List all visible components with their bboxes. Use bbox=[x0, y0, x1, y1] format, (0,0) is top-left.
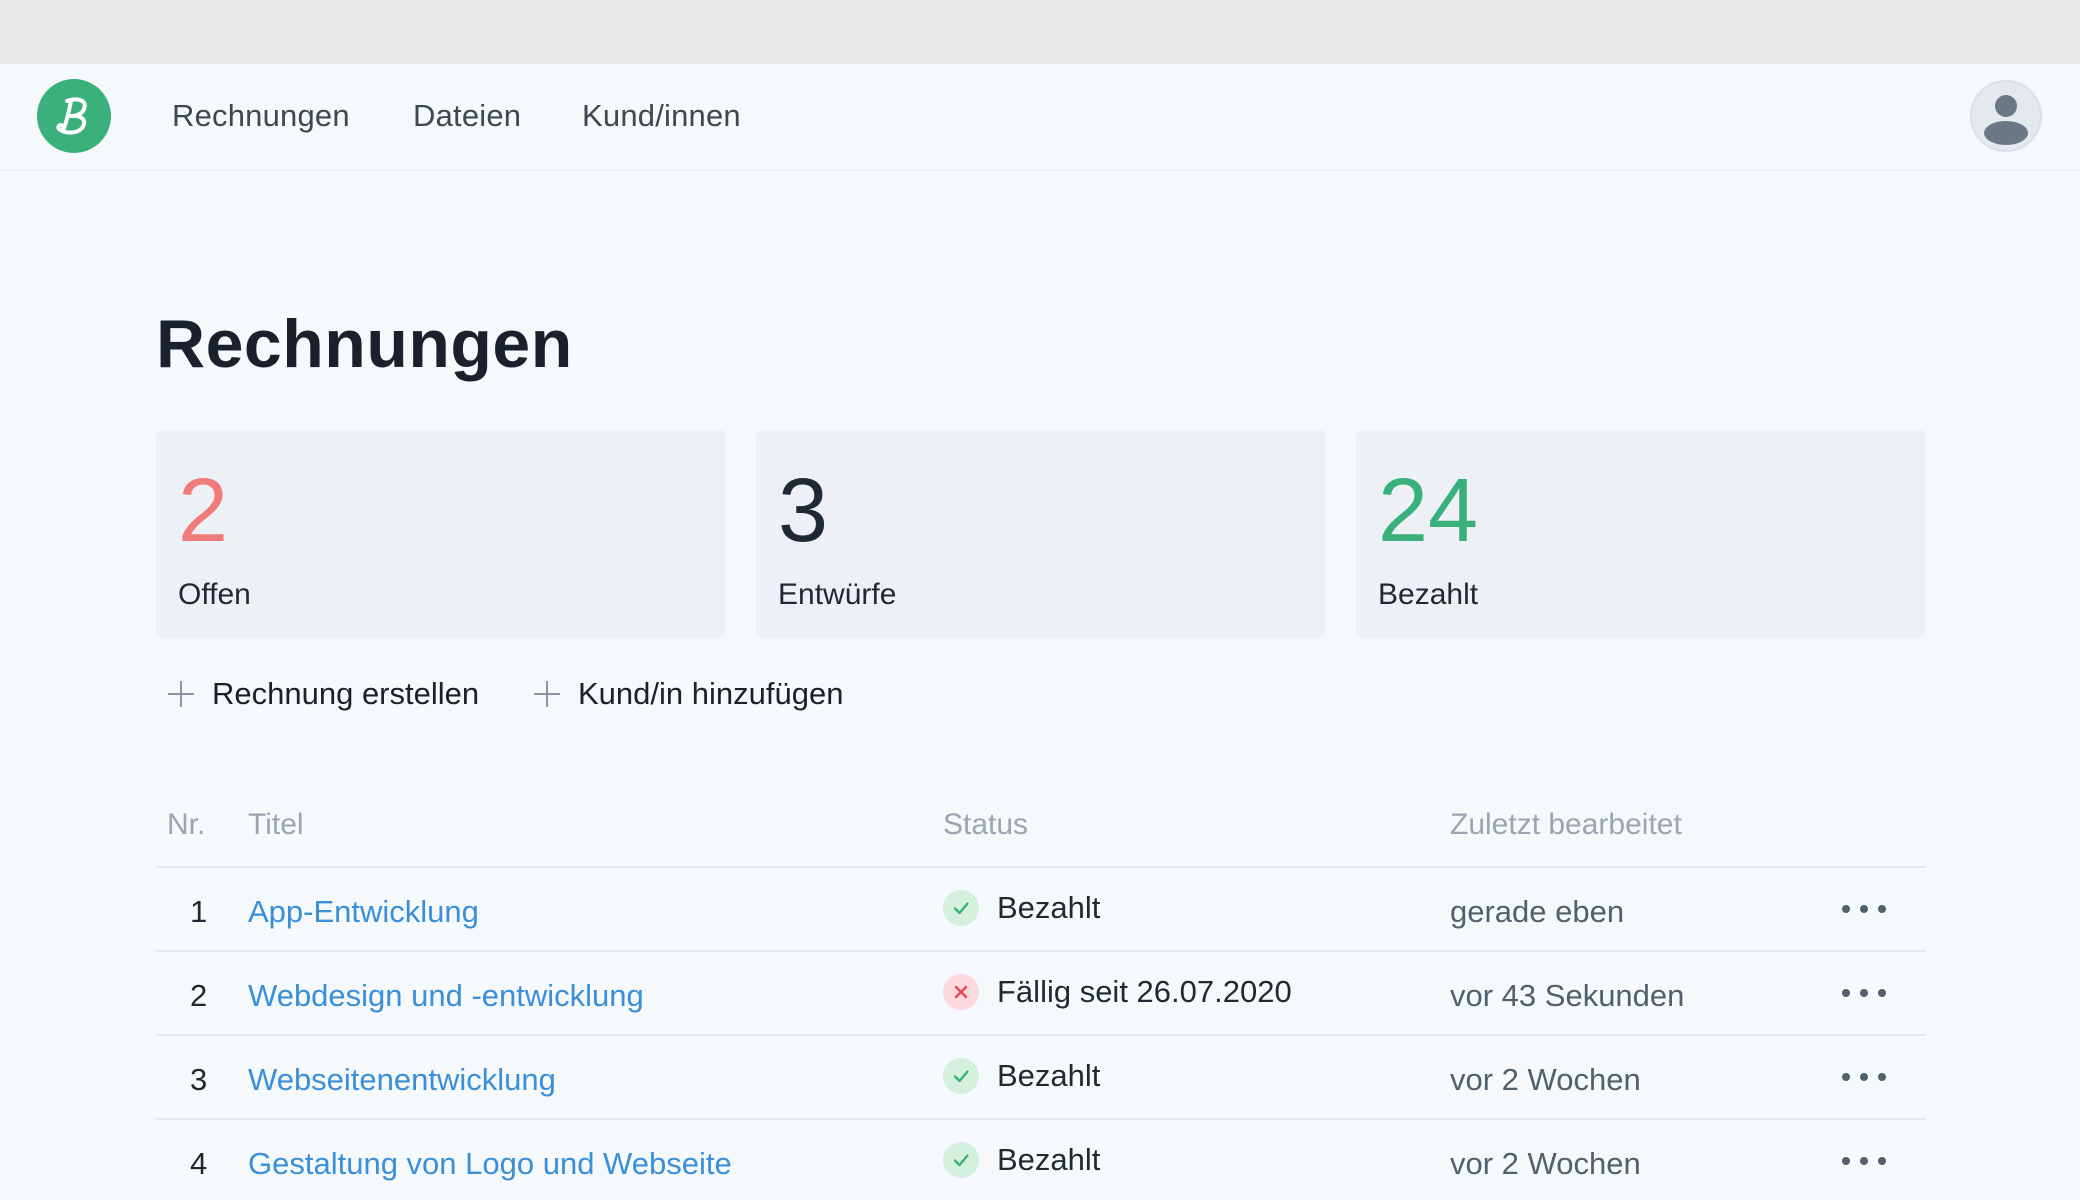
row-title-link[interactable]: Webdesign und -entwicklung bbox=[248, 978, 644, 1014]
row-number: 4 bbox=[190, 1146, 208, 1181]
page-title: Rechnungen bbox=[156, 306, 573, 382]
more-options-icon[interactable] bbox=[1842, 1062, 1886, 1092]
create-invoice-button[interactable]: Rechnung erstellen bbox=[166, 676, 479, 712]
row-status: Bezahlt bbox=[943, 890, 1100, 926]
plus-icon bbox=[166, 679, 196, 709]
table-row[interactable]: 3 Webseitenentwicklung Bezahlt vor 2 Woc… bbox=[0, 1036, 2080, 1120]
column-header-nr[interactable]: Nr. bbox=[167, 808, 205, 842]
nav-dateien[interactable]: Dateien bbox=[413, 98, 521, 134]
stat-drafts-label: Entwürfe bbox=[778, 578, 897, 611]
stat-card-open[interactable]: 2 Offen bbox=[156, 430, 726, 638]
row-status-label: Fällig seit 26.07.2020 bbox=[997, 974, 1292, 1009]
table-row[interactable]: 4 Gestaltung von Logo und Webseite Bezah… bbox=[0, 1120, 2080, 1200]
row-title-link[interactable]: Gestaltung von Logo und Webseite bbox=[248, 1146, 732, 1182]
row-status: Fällig seit 26.07.2020 bbox=[943, 974, 1292, 1010]
row-status-label: Bezahlt bbox=[997, 1058, 1101, 1093]
create-invoice-label: Rechnung erstellen bbox=[212, 676, 480, 711]
row-status-label: Bezahlt bbox=[997, 890, 1101, 925]
top-navbar: Rechnungen Dateien Kund/innen bbox=[0, 64, 2080, 171]
row-status: Bezahlt bbox=[943, 1058, 1100, 1094]
check-icon bbox=[943, 890, 979, 926]
row-status: Bezahlt bbox=[943, 1142, 1100, 1178]
row-number: 2 bbox=[190, 978, 208, 1013]
plus-icon bbox=[532, 679, 562, 709]
stat-card-drafts[interactable]: 3 Entwürfe bbox=[756, 430, 1326, 638]
column-header-status[interactable]: Status bbox=[943, 808, 1028, 842]
table-row[interactable]: 1 App-Entwicklung Bezahlt gerade eben bbox=[0, 868, 2080, 952]
x-icon bbox=[943, 974, 979, 1010]
more-options-icon[interactable] bbox=[1842, 978, 1886, 1008]
nav-kundinnen[interactable]: Kund/innen bbox=[582, 98, 741, 134]
row-last-edited: vor 2 Wochen bbox=[1450, 1062, 1641, 1097]
row-title-link[interactable]: Webseitenentwicklung bbox=[248, 1062, 556, 1098]
more-options-icon[interactable] bbox=[1842, 1146, 1886, 1176]
stat-open-value: 2 bbox=[178, 461, 229, 561]
row-last-edited: vor 43 Sekunden bbox=[1450, 978, 1685, 1013]
row-last-edited: gerade eben bbox=[1450, 894, 1625, 929]
row-title-link[interactable]: App-Entwicklung bbox=[248, 894, 479, 930]
stat-paid-label: Bezahlt bbox=[1378, 578, 1479, 611]
table-row[interactable]: 2 Webdesign und -entwicklung Fällig seit… bbox=[0, 952, 2080, 1036]
add-customer-label: Kund/in hinzufügen bbox=[578, 676, 844, 711]
row-number: 1 bbox=[190, 894, 208, 929]
check-icon bbox=[943, 1058, 979, 1094]
row-last-edited: vor 2 Wochen bbox=[1450, 1146, 1641, 1181]
nav-rechnungen[interactable]: Rechnungen bbox=[172, 98, 350, 134]
stat-card-paid[interactable]: 24 Bezahlt bbox=[1356, 430, 1926, 638]
row-number: 3 bbox=[190, 1062, 208, 1097]
row-status-label: Bezahlt bbox=[997, 1142, 1101, 1177]
add-customer-button[interactable]: Kund/in hinzufügen bbox=[532, 676, 843, 712]
more-options-icon[interactable] bbox=[1842, 894, 1886, 924]
stat-drafts-value: 3 bbox=[778, 461, 829, 561]
column-header-edited[interactable]: Zuletzt bearbeitet bbox=[1450, 808, 1682, 842]
stat-paid-value: 24 bbox=[1378, 461, 1479, 561]
stat-open-label: Offen bbox=[178, 578, 251, 611]
brand-logo-icon[interactable] bbox=[37, 79, 111, 153]
browser-top-strip bbox=[0, 0, 2080, 64]
user-avatar-icon[interactable] bbox=[1970, 80, 2042, 152]
column-header-title[interactable]: Titel bbox=[248, 808, 304, 842]
check-icon bbox=[943, 1142, 979, 1178]
